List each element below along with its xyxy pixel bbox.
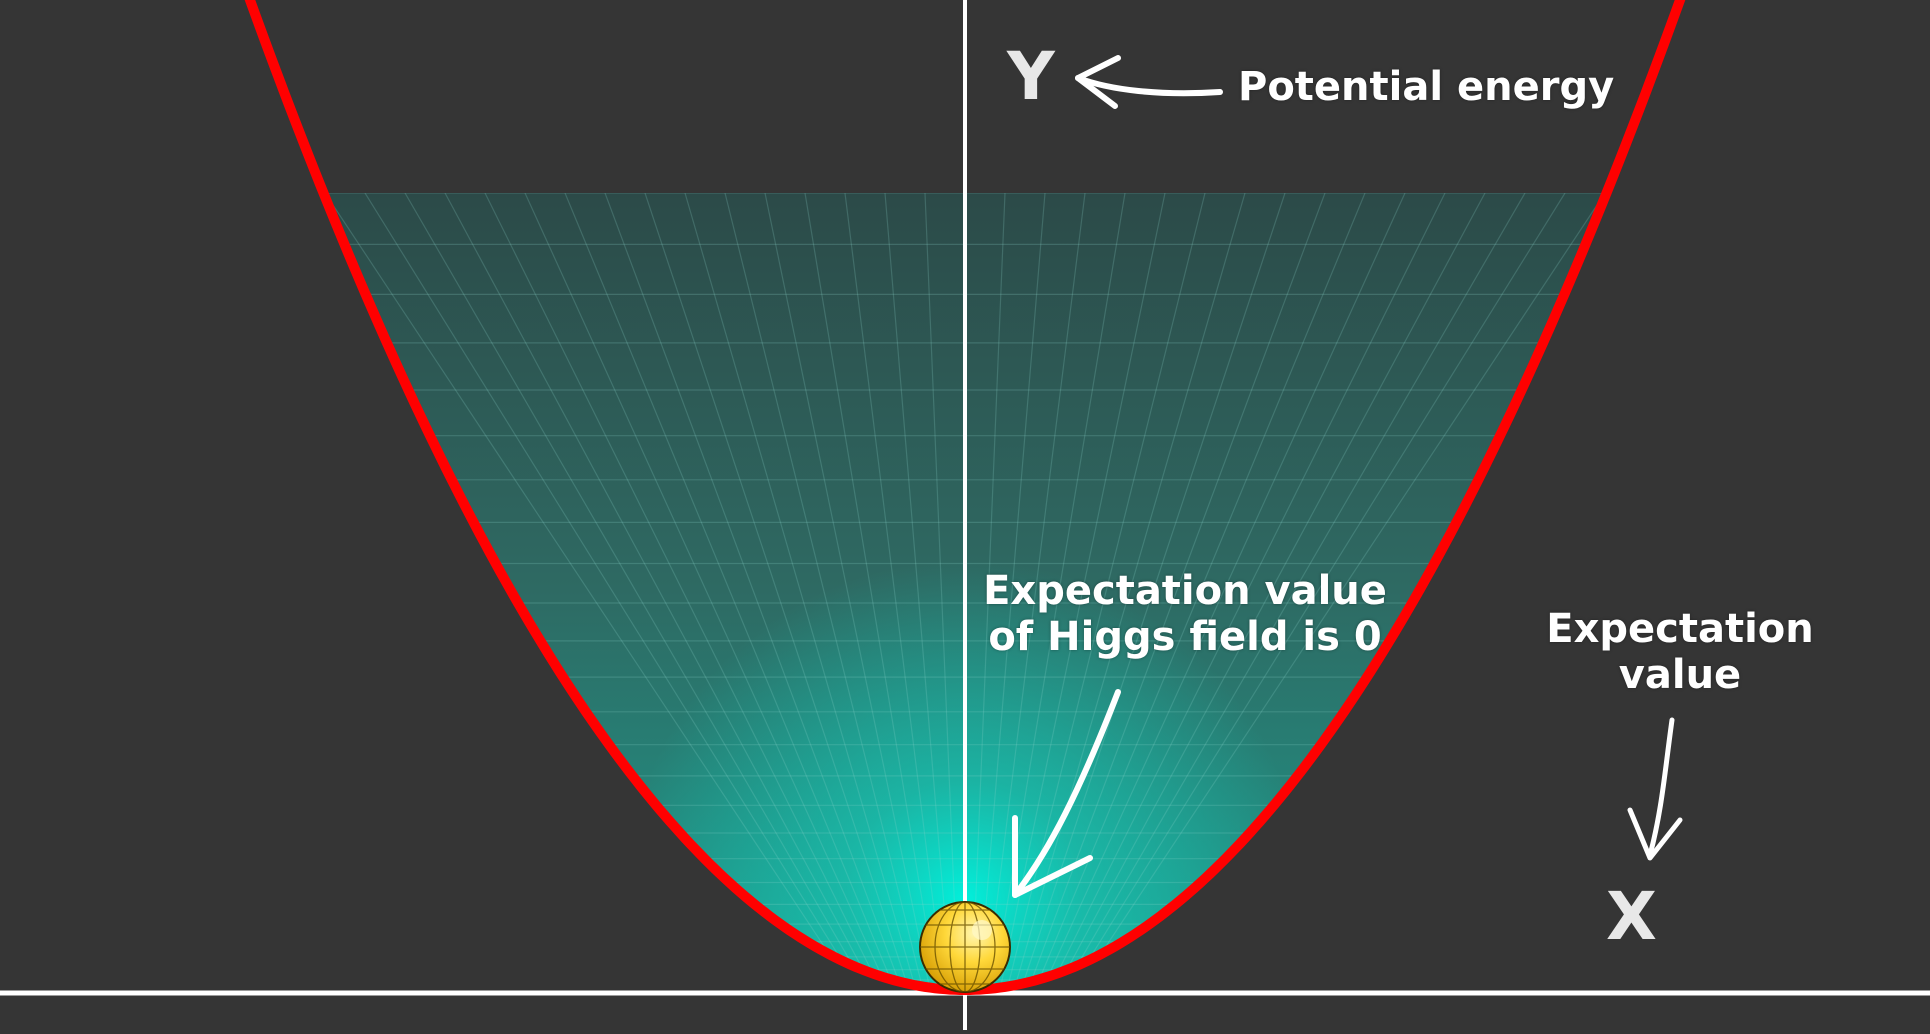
higgs-potential-diagram: Y X Potential energy Expectation value o… [0,0,1930,1030]
expectation-zero-line-2: of Higgs field is 0 [988,614,1382,660]
arrow-to-x-icon [1627,717,1683,861]
expectation-value-line-2: value [1618,652,1742,698]
x-axis-label: X [1606,878,1657,955]
expectation-zero-line-1: Expectation value [983,568,1387,614]
expectation-zero-label: Expectation value of Higgs field is 0 [975,568,1395,660]
higgs-ball-icon [919,901,1011,993]
arrow-to-y-icon [1075,55,1223,109]
y-axis-label: Y [1007,38,1055,115]
expectation-value-line-1: Expectation [1546,606,1814,652]
expectation-value-label: Expectation value [1530,606,1830,698]
diagram-canvas [0,0,1930,1030]
potential-energy-label: Potential energy [1238,64,1615,110]
